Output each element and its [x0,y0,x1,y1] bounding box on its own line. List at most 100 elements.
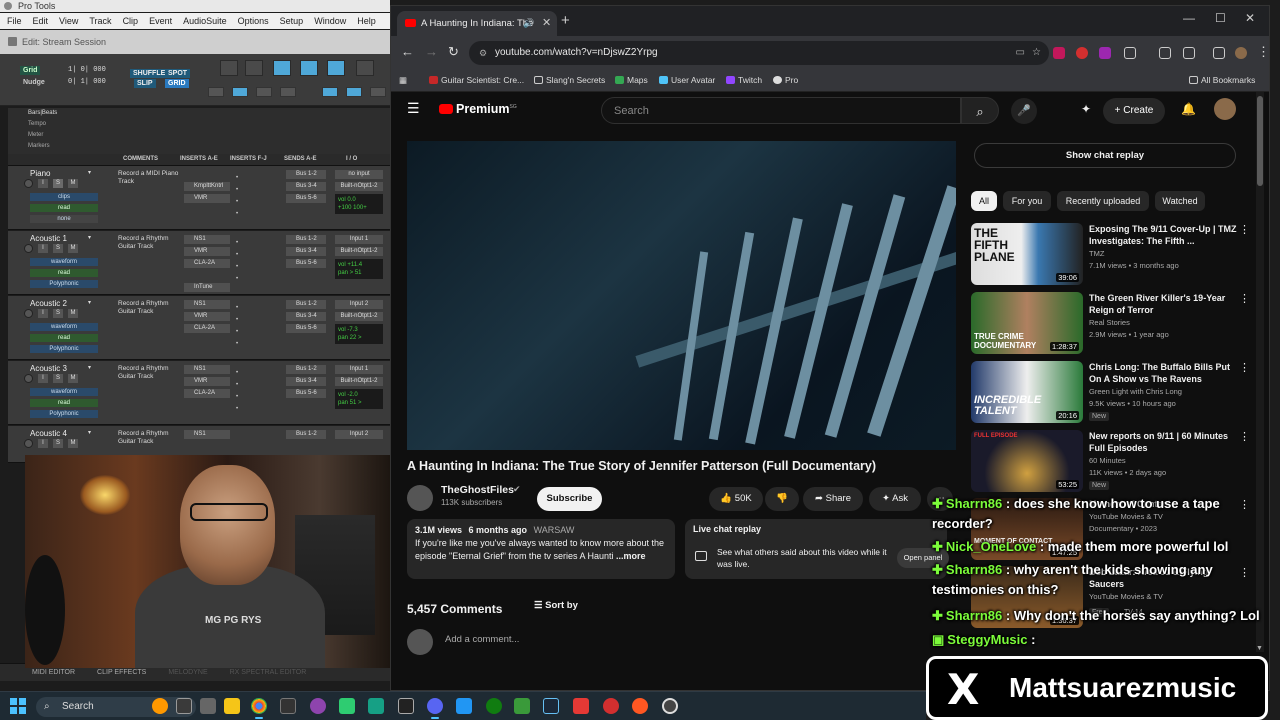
chip-for-you[interactable]: For you [1003,191,1051,211]
youtube-logo[interactable]: PremiumSG [439,102,517,116]
mute-button[interactable]: M [68,374,78,383]
track-extra[interactable]: Polyphonic [30,345,98,353]
bookmark-pro[interactable]: Pro [773,75,798,85]
extensions-puzzle-icon[interactable] [1124,47,1136,59]
ruler-meter[interactable]: Meter [8,130,390,141]
browser-tab-active[interactable]: A Haunting In Indiana: The 🔊 ✕ [397,11,557,36]
recommendation-thumbnail[interactable]: TRUE CRIME DOCUMENTARY 1:28:37 [971,292,1083,354]
chip-recently-uploaded[interactable]: Recently uploaded [1057,191,1149,211]
track-view-selector[interactable]: waveform [30,258,98,266]
edit-ctl-7-icon[interactable] [370,87,386,97]
volume-pan-display[interactable]: vol 0.0 +100 100+ [335,194,383,214]
record-enable-button[interactable] [24,179,33,188]
automation-mode[interactable]: read [30,399,98,407]
maximize-icon[interactable]: ☐ [1215,11,1226,25]
recommendation-menu-icon[interactable]: ⋮ [1239,292,1250,305]
file-explorer-icon[interactable] [224,698,240,714]
speaker-icon[interactable]: 🔊 [523,11,534,36]
sort-by-button[interactable]: ☰ Sort by [534,600,578,611]
menu-clip[interactable]: Clip [123,13,139,29]
chip-all[interactable]: All [971,191,997,211]
input-selector[interactable]: Input 1 [335,235,383,244]
speaker-tool-icon[interactable] [356,60,374,76]
insert-slot[interactable]: VMR [184,377,230,386]
edit-ctl-3-icon[interactable] [256,87,272,97]
track-extra[interactable]: Polyphonic [30,280,98,288]
recommendation-thumbnail[interactable]: INCREDIBLE TALENT 20:16 [971,361,1083,423]
grid-label[interactable]: Grid [20,66,41,75]
send-slot[interactable]: Bus 1-2 [286,365,326,374]
record-enable-button[interactable] [24,244,33,253]
insert-slot[interactable]: CLA-2A [184,259,230,268]
forward-icon[interactable]: → [425,44,438,59]
recommendation-channel[interactable]: 60 Minutes [1089,456,1239,465]
share-button[interactable]: ➦ Share [803,487,863,511]
input-monitor-button[interactable]: I [38,179,48,188]
shuffle-mode-button[interactable]: SHUFFLE [130,69,169,78]
taskbar-app-9-icon[interactable] [603,698,619,714]
track-name[interactable]: Acoustic 2 [30,299,67,308]
track-name[interactable]: Acoustic 4 [30,429,67,438]
bookmark-maps[interactable]: Maps [615,75,648,85]
slip-mode-button[interactable]: SLIP [134,79,156,88]
extension-3-icon[interactable] [1099,47,1111,59]
nudge-label[interactable]: Nudge [20,78,48,87]
input-selector[interactable]: Input 2 [335,300,383,309]
selector-tool-icon[interactable] [300,60,318,76]
bookmark-slang-n-secrets[interactable]: Slang'n Secrets [534,75,605,85]
grabber-tool-icon[interactable] [327,60,345,76]
output-selector[interactable]: Built-nOtpt1-2 [335,182,383,191]
menu-options[interactable]: Options [238,13,269,29]
recommendation-item[interactable]: INCREDIBLE TALENT 20:16 Chris Long: The … [971,361,1261,425]
send-slot[interactable]: Bus 1-2 [286,170,326,179]
solo-button[interactable]: S [53,244,63,253]
output-selector[interactable]: Built-nOtpt1-2 [335,247,383,256]
mute-button[interactable]: M [68,309,78,318]
video-player[interactable] [407,141,956,450]
ruler-tempo[interactable]: Tempo [8,119,390,130]
menu-event[interactable]: Event [149,13,172,29]
recommendation-item[interactable]: THE FIFTH PLANE 39:06 Exposing The 9/11 … [971,223,1261,287]
zoom-tool-icon[interactable] [220,60,238,76]
discord-icon[interactable] [427,698,443,719]
close-window-icon[interactable]: ✕ [1245,11,1255,25]
steam-icon[interactable] [543,698,559,714]
edit-ctl-5-icon[interactable] [322,87,338,97]
insert-slot[interactable]: CLA-2A [184,389,230,398]
menu-view[interactable]: View [59,13,78,29]
profile-avatar-icon[interactable] [1235,47,1247,59]
output-selector[interactable]: Built-nOtpt1-2 [335,312,383,321]
track-view-selector[interactable]: clips [30,193,98,201]
xbox-icon[interactable] [486,698,502,714]
automation-mode[interactable]: read [30,269,98,277]
insert-slot[interactable]: CLA-2A [184,324,230,333]
ilok-icon[interactable] [280,698,296,714]
grid-value[interactable]: 1| 0| 000 [68,66,106,74]
reading-list-icon[interactable] [1213,47,1225,59]
mute-button[interactable]: M [68,439,78,448]
insert-slot[interactable]: NS1 [184,235,230,244]
insert-slot[interactable]: InTune [184,283,230,292]
edit-ctl-4-icon[interactable] [280,87,296,97]
notifications-bell-icon[interactable]: 🔔 [1181,102,1196,116]
ask-button[interactable]: ✦ Ask [869,487,921,511]
recommendation-channel[interactable]: TMZ [1089,249,1239,258]
insert-slot[interactable]: NS1 [184,365,230,374]
track-menu-icon[interactable]: ▾ [88,169,91,176]
windows-start-icon[interactable] [10,698,26,714]
extension-2-icon[interactable] [1076,47,1088,59]
back-icon[interactable]: ← [401,44,414,59]
taskbar-app-3-icon[interactable] [310,698,326,714]
recommendation-item[interactable]: TRUE CRIME DOCUMENTARY 1:28:37 The Green… [971,292,1261,356]
avatar[interactable] [1214,98,1236,120]
channel-name[interactable]: TheGhostFiles [441,484,514,496]
menu-track[interactable]: Track [89,13,111,29]
search-icon[interactable]: ⌕ [961,97,999,124]
video-description[interactable]: 3.1M views 6 months ago WARSAW If you're… [407,519,675,579]
chip-watched[interactable]: Watched [1155,191,1205,211]
menu-help[interactable]: Help [357,13,376,29]
track-view-selector[interactable]: waveform [30,388,98,396]
recommendation-title[interactable]: The Green River Killer's 19-Year Reign o… [1089,292,1237,316]
address-bar[interactable]: ⚙ youtube.com/watch?v=nDjswZ2Yrpg ▭ ☆ [469,41,1049,65]
recommendation-title[interactable]: Exposing The 9/11 Cover-Up | TMZ Investi… [1089,223,1237,247]
